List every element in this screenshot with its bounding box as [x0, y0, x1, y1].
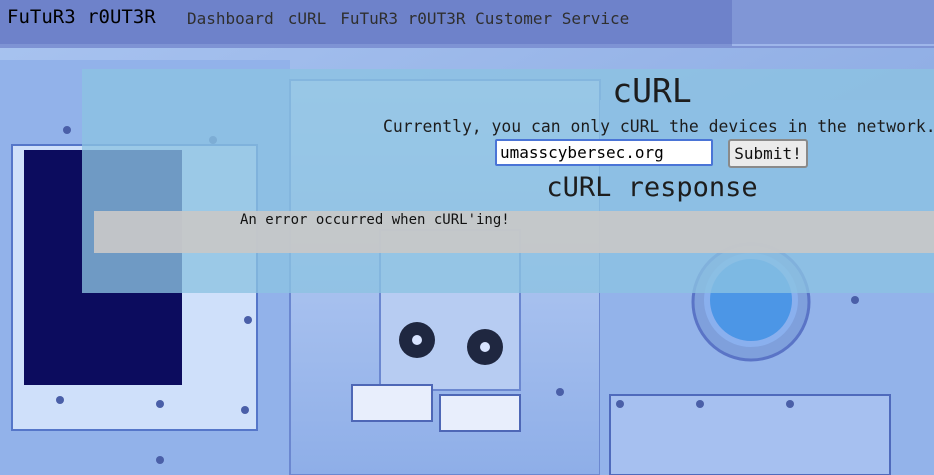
nav-link-customer-service[interactable]: FuTuR3 r0UT3R Customer Service: [340, 9, 629, 28]
page-title: cURL: [612, 71, 692, 110]
url-input[interactable]: [495, 139, 713, 166]
nav-link-dashboard[interactable]: Dashboard: [187, 9, 274, 28]
response-box: An error occurred when cURL'ing!: [94, 211, 934, 253]
response-text: An error occurred when cURL'ing!: [240, 212, 510, 228]
submit-button[interactable]: Submit!: [728, 139, 808, 168]
fan-icon: [467, 329, 503, 365]
curl-description: Currently, you can only cURL the devices…: [383, 117, 934, 136]
nav-link-curl[interactable]: cURL: [288, 9, 327, 28]
fan-icon: [399, 322, 435, 358]
curl-panel: cURL Currently, you can only cURL the de…: [82, 69, 934, 293]
response-title: cURL response: [546, 172, 758, 203]
nav-links: Dashboard cURL FuTuR3 r0UT3R Customer Serv…: [187, 9, 643, 28]
brand-link[interactable]: FuTuR3 r0UT3R: [7, 6, 156, 28]
navbar: FuTuR3 r0UT3R Dashboard cURL FuTuR3 r0UT3R…: [0, 0, 934, 44]
